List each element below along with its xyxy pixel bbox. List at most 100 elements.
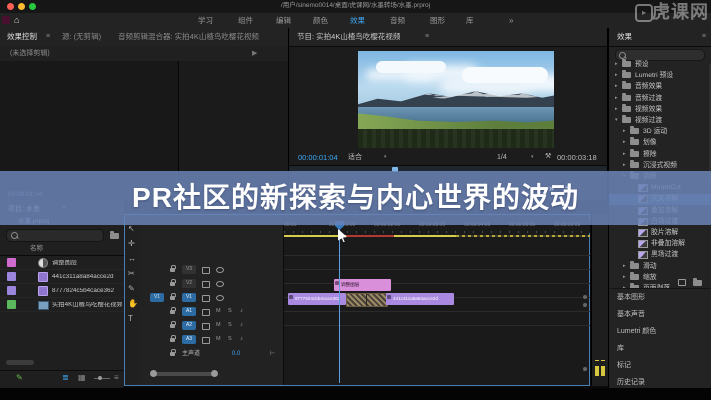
effects-tree-item[interactable]: 沉浸式视频: [643, 162, 677, 170]
type-tool[interactable]: T: [128, 315, 133, 323]
voiceover-mic-icon[interactable]: ♪: [240, 336, 243, 342]
project-search-input[interactable]: [6, 229, 104, 242]
solo-button[interactable]: S: [228, 322, 232, 329]
track-target-badge-a3[interactable]: A3: [182, 335, 196, 344]
scrollbar-handle-right[interactable]: [211, 370, 218, 377]
solo-button[interactable]: S: [228, 336, 232, 343]
stacked-tab-4[interactable]: 库: [609, 340, 711, 358]
tree-arrow-icon[interactable]: ▸: [623, 140, 626, 145]
mute-button[interactable]: M: [216, 336, 221, 343]
vertical-scroll-dot[interactable]: [583, 367, 587, 371]
effects-tree-item[interactable]: 3D 运动: [643, 128, 667, 136]
settings-wrench-icon[interactable]: ⚒: [545, 153, 551, 160]
tree-arrow-icon[interactable]: ▸: [623, 129, 626, 134]
track-sync-lock-icon[interactable]: [202, 323, 210, 330]
toggle-track-output-eye-icon[interactable]: [216, 281, 224, 287]
master-end-icon[interactable]: ⊢: [270, 351, 275, 357]
zoom-level-select[interactable]: 适合: [348, 154, 362, 161]
clip-v1-first[interactable]: 8777824c5b4cace362: [288, 293, 346, 305]
project-scrollbar[interactable]: [6, 360, 34, 365]
track-lock-icon[interactable]: [170, 321, 176, 328]
effects-tree-item[interactable]: 滑动: [643, 263, 657, 271]
zoom-level-caret-icon[interactable]: ▾: [384, 155, 387, 160]
effects-tree-item[interactable]: 划像: [643, 139, 657, 147]
tree-arrow-icon[interactable]: ▸: [623, 163, 626, 168]
new-folder-icon[interactable]: [693, 278, 702, 286]
scrollbar-handle-left[interactable]: [150, 370, 157, 377]
tree-arrow-icon[interactable]: ▾: [615, 118, 618, 123]
label-color-chip[interactable]: [7, 258, 16, 267]
tree-arrow-icon[interactable]: ▸: [623, 264, 626, 269]
track-target-badge-v3[interactable]: V3: [182, 265, 196, 274]
voiceover-mic-icon[interactable]: ♪: [240, 308, 243, 314]
master-lock-icon[interactable]: [170, 349, 176, 356]
track-target-badge-v1[interactable]: V1: [182, 293, 196, 302]
track-target-badge-v2[interactable]: V2: [182, 279, 196, 288]
workspace-overflow-icon[interactable]: »: [509, 17, 513, 25]
effects-tree-item[interactable]: 预设: [635, 61, 649, 69]
track-lock-icon[interactable]: [170, 293, 176, 300]
clip-adjustment-layer[interactable]: 调整图层: [334, 279, 391, 291]
tree-arrow-icon[interactable]: ▸: [623, 152, 626, 157]
project-item-name[interactable]: 8777824c5b4cace362: [52, 288, 114, 294]
project-item-name[interactable]: 实拍4K山楂鸟吃樱花视频: [52, 302, 122, 308]
program-timecode[interactable]: 00:00:01:04: [298, 154, 338, 162]
source-patch-badge[interactable]: V1: [150, 293, 164, 302]
effects-search-input[interactable]: [615, 49, 705, 61]
label-color-chip[interactable]: [7, 286, 16, 295]
playhead-line[interactable]: [339, 223, 340, 383]
tab-program-monitor[interactable]: 节目: 实拍4K山楂鸟吃樱花视频: [297, 33, 400, 41]
track-lock-icon[interactable]: [170, 307, 176, 314]
tab-audio-clip-mixer[interactable]: 音频剪辑混合器: 实拍4K山楂鸟吃樱花视频: [118, 33, 259, 41]
effects-tree-item[interactable]: Lumetri 预设: [635, 72, 673, 80]
workspace-tab-8[interactable]: 库: [466, 17, 474, 25]
hand-tool[interactable]: ✋: [128, 300, 138, 308]
project-item-name[interactable]: 441c311a8a84acce2d: [52, 274, 114, 280]
razor-tool[interactable]: ✂: [128, 270, 135, 278]
icon-view-icon[interactable]: ▦: [78, 374, 86, 382]
list-view-icon[interactable]: ≣: [62, 374, 69, 382]
track-sync-lock-icon[interactable]: [202, 267, 210, 274]
workspace-tab-5[interactable]: 效果: [350, 17, 365, 25]
mute-button[interactable]: M: [216, 308, 221, 315]
workspace-tab-4[interactable]: 颜色: [313, 17, 328, 25]
project-writable-icon[interactable]: ✎: [16, 374, 23, 382]
tree-arrow-icon[interactable]: ▸: [615, 107, 618, 112]
solo-button[interactable]: S: [228, 308, 232, 315]
effects-tree-item[interactable]: 视频过渡: [635, 117, 662, 125]
playback-resolution-caret-icon[interactable]: ▾: [531, 155, 534, 160]
stacked-tab-1[interactable]: 基本图形: [609, 289, 711, 307]
effects-tree-item[interactable]: 音频过渡: [635, 95, 662, 103]
track-target-badge-a1[interactable]: A1: [182, 307, 196, 316]
stacked-tab-5[interactable]: 标记: [609, 357, 711, 375]
clip-v1-second[interactable]: 441c311a8a84acce2d: [386, 293, 454, 305]
vertical-scroll-dot[interactable]: [583, 303, 587, 307]
effects-tree-item[interactable]: 胶片溶解: [651, 229, 678, 237]
tree-arrow-icon[interactable]: ▸: [615, 96, 618, 101]
track-lock-icon[interactable]: [170, 265, 176, 272]
master-db-value[interactable]: 0.0: [232, 351, 240, 357]
expand-arrow-icon[interactable]: ▶: [252, 50, 257, 57]
playback-resolution-select[interactable]: 1/4: [497, 154, 507, 161]
vertical-scroll-dot[interactable]: [583, 295, 587, 299]
stacked-tab-2[interactable]: 基本声音: [609, 306, 711, 324]
track-lock-icon[interactable]: [170, 335, 176, 342]
zoom-slider-handle[interactable]: [98, 376, 102, 380]
track-select-tool[interactable]: ✛: [128, 240, 135, 248]
tree-arrow-icon[interactable]: ▸: [615, 73, 618, 78]
label-color-chip[interactable]: [7, 300, 16, 309]
ripple-edit-tool[interactable]: ↔: [128, 255, 136, 263]
project-folder-icon[interactable]: [110, 231, 119, 239]
track-sync-lock-icon[interactable]: [202, 295, 210, 302]
stacked-tab-3[interactable]: Lumetri 颜色: [609, 323, 711, 341]
timeline-zoom-scrollbar[interactable]: [153, 372, 213, 376]
effects-tree-item[interactable]: 视频效果: [635, 106, 662, 114]
tab-effects[interactable]: 效果: [617, 33, 632, 41]
workspace-tab-3[interactable]: 编辑: [276, 17, 291, 25]
track-sync-lock-icon[interactable]: [202, 281, 210, 288]
new-custom-bin-icon[interactable]: [678, 279, 686, 286]
effects-panel-menu-icon[interactable]: ≡: [702, 33, 706, 40]
program-video-frame[interactable]: [358, 51, 554, 148]
track-target-badge-a2[interactable]: A2: [182, 321, 196, 330]
workspace-tab-6[interactable]: 音频: [390, 17, 405, 25]
